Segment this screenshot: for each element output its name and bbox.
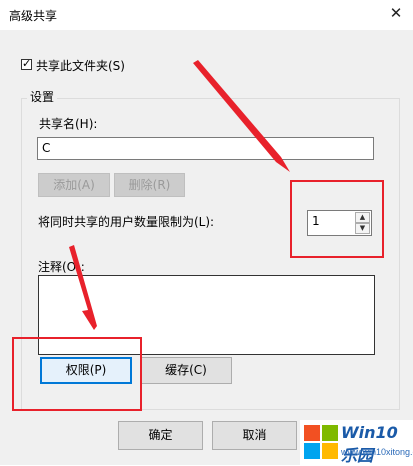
windows-logo-icon (304, 425, 338, 459)
arrow-to-user-limit (193, 60, 290, 172)
watermark: Win10乐园 www.win10xitong.com (300, 420, 413, 465)
watermark-title: Win10乐园 (341, 423, 398, 465)
watermark-url: www.win10xitong.com (341, 447, 413, 457)
arrow-to-permissions (69, 245, 97, 330)
red-arrow-annotation (69, 60, 290, 330)
